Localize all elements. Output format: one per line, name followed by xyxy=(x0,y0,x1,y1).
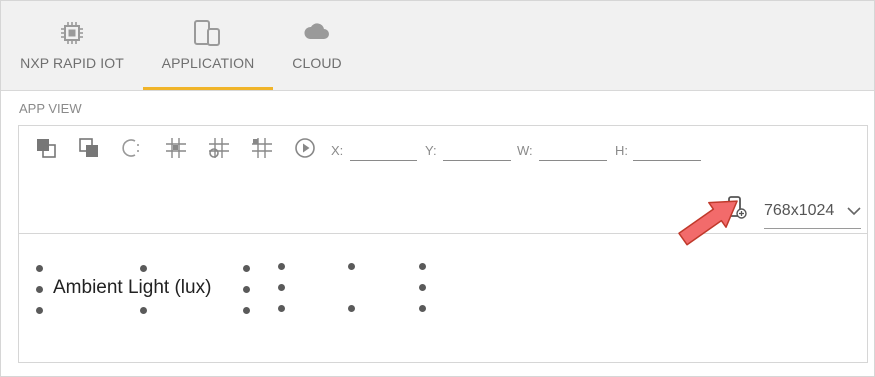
play-icon[interactable] xyxy=(294,137,316,159)
resize-handle[interactable] xyxy=(140,265,147,272)
tab-cloud[interactable]: CLOUD xyxy=(273,1,361,90)
send-to-back-icon[interactable] xyxy=(78,137,100,159)
annotation-arrow-icon xyxy=(678,200,738,246)
w-label: W: xyxy=(517,143,533,158)
w-input[interactable] xyxy=(539,140,607,161)
resize-handle[interactable] xyxy=(243,286,250,293)
x-input[interactable] xyxy=(350,140,417,161)
widget-label: Ambient Light (lux) xyxy=(53,277,212,298)
tab-label: CLOUD xyxy=(292,55,342,71)
devices-icon xyxy=(194,20,220,46)
grid-align-icon[interactable] xyxy=(251,137,273,159)
resize-handle[interactable] xyxy=(36,307,43,314)
resize-handle[interactable] xyxy=(419,263,426,270)
grid-snap-icon[interactable] xyxy=(208,137,230,159)
x-label: X: xyxy=(331,143,344,158)
resize-handle[interactable] xyxy=(278,263,285,270)
rotate-icon[interactable] xyxy=(120,137,142,159)
h-label: H: xyxy=(615,143,628,158)
tab-application[interactable]: APPLICATION xyxy=(143,1,273,90)
resize-handle[interactable] xyxy=(348,305,355,312)
grid-icon[interactable] xyxy=(165,137,187,159)
app-window: NXP RAPID IOT APPLICATION CLOUD APP VIEW xyxy=(0,0,875,377)
resolution-value: 768x1024 xyxy=(764,202,835,219)
chevron-down-icon xyxy=(847,207,861,216)
tab-nxp-rapid-iot[interactable]: NXP RAPID IOT xyxy=(1,1,143,90)
resize-handle[interactable] xyxy=(419,284,426,291)
resize-handle[interactable] xyxy=(278,305,285,312)
app-canvas[interactable]: Ambient Light (lux) xyxy=(19,234,867,362)
active-tab-indicator xyxy=(143,87,273,90)
resize-handle[interactable] xyxy=(140,307,147,314)
tab-label: NXP RAPID IOT xyxy=(20,55,124,71)
tab-label: APPLICATION xyxy=(161,55,255,71)
chip-icon xyxy=(61,22,83,44)
y-input[interactable] xyxy=(443,140,511,161)
resize-handle[interactable] xyxy=(243,265,250,272)
resize-handle[interactable] xyxy=(348,263,355,270)
resize-handle[interactable] xyxy=(243,307,250,314)
bring-to-front-icon[interactable] xyxy=(35,137,57,159)
tab-bar: NXP RAPID IOT APPLICATION CLOUD xyxy=(1,1,874,91)
resolution-select[interactable]: 768x1024 xyxy=(764,200,861,229)
h-input[interactable] xyxy=(633,140,701,161)
resize-handle[interactable] xyxy=(36,265,43,272)
cloud-icon xyxy=(304,23,329,39)
section-title: APP VIEW xyxy=(19,101,82,116)
resize-handle[interactable] xyxy=(36,286,43,293)
y-label: Y: xyxy=(425,143,437,158)
resize-handle[interactable] xyxy=(278,284,285,291)
resize-handle[interactable] xyxy=(419,305,426,312)
